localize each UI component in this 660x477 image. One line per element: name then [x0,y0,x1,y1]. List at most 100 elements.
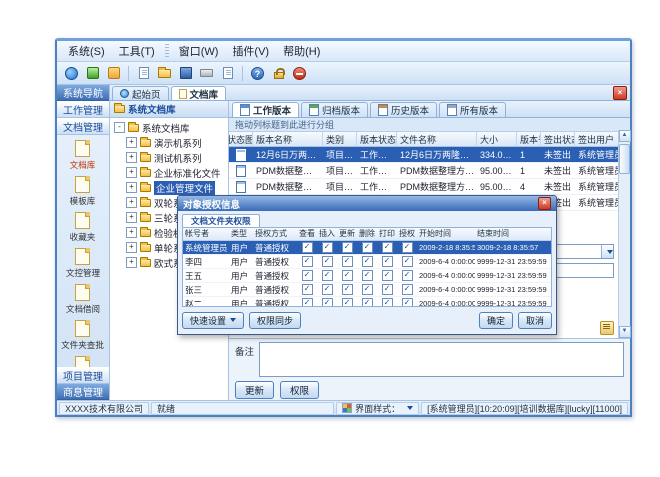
print-checkbox[interactable]: ✓ [382,256,393,267]
tree-node-selected[interactable]: + 企业管理文件 [110,180,228,195]
update-checkbox[interactable]: ✓ [342,270,353,281]
column-header[interactable]: 签出状态 [541,132,575,146]
tab-close-button[interactable] [613,86,627,100]
menu-help[interactable]: 帮助(H) [276,42,327,60]
tab-history-version[interactable]: 历史版本 [370,102,437,117]
sidebar-item-template-library[interactable]: 模板库 [69,176,96,207]
tab-folder-permission[interactable]: 文档文件夹权限 [182,214,260,227]
print-button[interactable] [197,64,216,83]
document-button[interactable] [218,64,237,83]
menu-system[interactable]: 系统(S) [61,42,112,60]
permission-row[interactable]: 李四 用户 普通授权 ✓ ✓ ✓ ✓ ✓ ✓ 2009-6-4 0:00:00 … [183,255,551,269]
update-button[interactable]: 更新 [235,381,274,399]
permission-row[interactable]: 王五 用户 普通授权 ✓ ✓ ✓ ✓ ✓ ✓ 2009-6-4 0:00:00 … [183,269,551,283]
column-header[interactable]: 帐号者 [183,228,229,240]
insert-checkbox[interactable]: ✓ [322,242,333,253]
expand-box[interactable]: + [126,242,137,253]
column-header[interactable]: 文件名称 [397,132,477,146]
cancel-button[interactable]: 取消 [518,312,552,329]
favorites-button[interactable] [104,64,123,83]
update-checkbox[interactable]: ✓ [342,284,353,295]
remark-textarea[interactable] [259,342,624,377]
table-row[interactable]: PDM数据整理方案 项目文档 工作版本 PDM数据整理方案.doc 95.00K… [229,163,630,179]
column-header[interactable]: 授权方式 [253,228,297,240]
column-header[interactable]: 插入 [317,228,337,240]
update-checkbox[interactable]: ✓ [342,256,353,267]
style-panel[interactable]: 界面样式： [336,402,419,415]
column-header[interactable]: 结束时间 [475,228,551,240]
menu-plugins[interactable]: 插件(V) [225,42,276,60]
help-button[interactable] [248,64,267,83]
permission-sync-button[interactable]: 权限同步 [249,312,301,329]
column-header[interactable]: 开始时间 [417,228,475,240]
update-checkbox[interactable]: ✓ [342,242,353,253]
table-row[interactable]: 12月6日万两隆两行 项目文档 工作版本 12月6日万两隆两行 334.00KB… [229,147,630,163]
column-header[interactable]: 版本名称 [253,132,323,146]
sidebar-item-favorites[interactable]: 收藏夹 [69,212,96,243]
column-header[interactable]: 版本状态 [357,132,397,146]
expand-box[interactable]: + [126,257,137,268]
sidebar-section-docs[interactable]: 文档管理 [57,118,109,135]
insert-checkbox[interactable]: ✓ [322,298,333,307]
sidebar-section-work[interactable]: 工作管理 [57,101,109,118]
ok-button[interactable]: 确定 [479,312,513,329]
exit-button[interactable] [290,64,309,83]
tree-panel-header[interactable]: 系统文档库 [110,101,228,118]
tree-node-root[interactable]: - 系统文档库 [110,120,228,135]
tab-archived-version[interactable]: 归档版本 [301,102,368,117]
grant-checkbox[interactable]: ✓ [402,242,413,253]
sidebar-item-doc-borrow[interactable]: 文档借阅 [65,284,101,315]
column-header[interactable]: 更新 [337,228,357,240]
expand-box[interactable]: + [126,167,137,178]
grant-checkbox[interactable]: ✓ [402,298,413,307]
view-checkbox[interactable]: ✓ [302,242,313,253]
navigate-button[interactable] [83,64,102,83]
permission-row[interactable]: 系统管理员 用户 普通授权 ✓ ✓ ✓ ✓ ✓ ✓ 2009-2-18 8:35… [183,241,551,255]
insert-checkbox[interactable]: ✓ [322,284,333,295]
vertical-scrollbar[interactable]: ▲ ▼ [618,130,630,338]
grant-checkbox[interactable]: ✓ [402,256,413,267]
delete-checkbox[interactable]: ✓ [362,284,373,295]
view-checkbox[interactable]: ✓ [302,284,313,295]
expand-box[interactable]: + [126,152,137,163]
view-checkbox[interactable]: ✓ [302,298,313,307]
expand-box[interactable]: + [126,212,137,223]
permission-row[interactable]: 张三 用户 普通授权 ✓ ✓ ✓ ✓ ✓ ✓ 2009-6-4 0:00:00 … [183,283,551,297]
tab-all-versions[interactable]: 所有版本 [439,102,506,117]
column-header[interactable]: 删除 [357,228,377,240]
sidebar-footer[interactable]: 商息管理 [57,384,109,400]
quick-setup-button[interactable]: 快速设置 [182,312,244,329]
view-checkbox[interactable]: ✓ [302,256,313,267]
expand-box[interactable]: + [126,197,137,208]
dialog-title-bar[interactable]: 对象授权信息 [178,196,556,211]
open-folder-button[interactable] [155,64,174,83]
expand-box[interactable]: + [126,227,137,238]
grant-checkbox[interactable]: ✓ [402,270,413,281]
permission-row[interactable]: 赵二 用户 普通授权 ✓ ✓ ✓ ✓ ✓ ✓ 2009-6-4 0:00:00 … [183,297,551,307]
column-header[interactable]: 类型 [229,228,253,240]
print-checkbox[interactable]: ✓ [382,242,393,253]
sidebar-item-doc-control[interactable]: 文控管理 [65,248,101,279]
column-header[interactable]: 状态图 [229,132,253,146]
edit-note-icon[interactable] [600,321,614,335]
insert-checkbox[interactable]: ✓ [322,270,333,281]
menu-window[interactable]: 窗口(W) [172,42,226,60]
expand-box[interactable]: + [126,137,137,148]
view-checkbox[interactable]: ✓ [302,270,313,281]
globe-button[interactable] [62,64,81,83]
grant-checkbox[interactable]: ✓ [402,284,413,295]
delete-checkbox[interactable]: ✓ [362,270,373,281]
save-button[interactable] [176,64,195,83]
chevron-down-icon[interactable] [601,245,613,258]
insert-checkbox[interactable]: ✓ [322,256,333,267]
menu-tools[interactable]: 工具(T) [112,42,162,60]
tree-node[interactable]: + 演示机系列 [110,135,228,150]
column-header[interactable]: 查看 [297,228,317,240]
tab-start-page[interactable]: 起始页 [112,86,169,100]
scrollbar-thumb[interactable] [619,144,630,174]
delete-checkbox[interactable]: ✓ [362,256,373,267]
scroll-down-button[interactable]: ▼ [619,326,631,338]
sidebar-section-project[interactable]: 项目管理 [57,367,109,384]
sidebar-item-checked-out[interactable]: 签出的文档 [60,356,105,367]
detail-field[interactable] [554,263,614,278]
